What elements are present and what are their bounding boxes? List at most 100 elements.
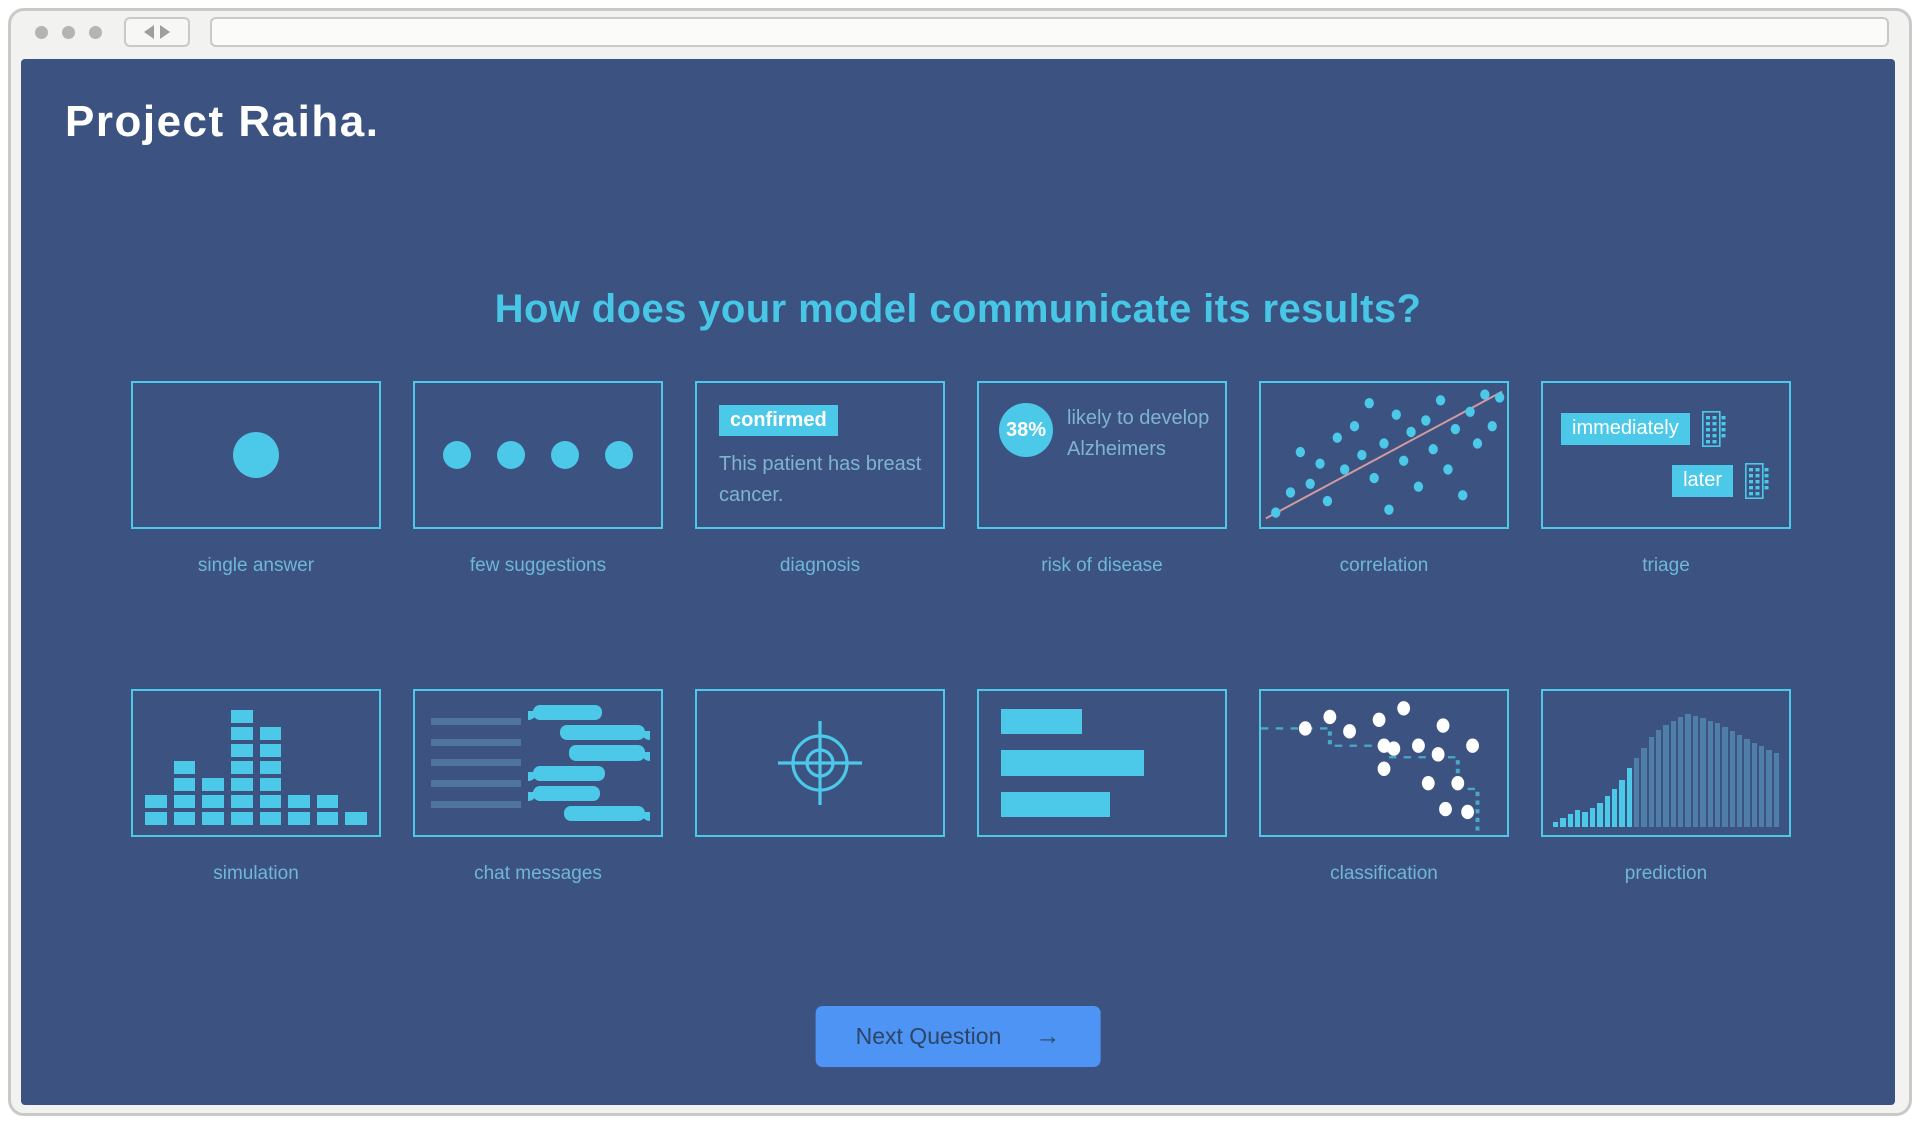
option-card-diagnosis[interactable]: confirmed This patient has breast cancer…	[695, 381, 945, 577]
option-card-risk-of-disease[interactable]: 38% likely to develop Alzheimers risk of…	[977, 381, 1227, 577]
option-label: risk of disease	[1041, 555, 1163, 576]
histogram-column	[345, 812, 367, 825]
option-card-prediction[interactable]: prediction	[1541, 689, 1791, 885]
scatter-point	[1369, 472, 1379, 484]
zoom-window-button[interactable]	[89, 25, 102, 39]
thumbnail-dot-row	[413, 381, 663, 529]
prediction-bar	[1663, 724, 1669, 827]
prediction-bar	[1729, 731, 1735, 827]
thumbnail-classification	[1259, 689, 1509, 837]
prediction-bar	[1553, 821, 1559, 827]
option-card-classification[interactable]: classification	[1259, 689, 1509, 885]
option-card-target[interactable]	[695, 689, 945, 885]
option-card-triage[interactable]: immediately later triage	[1541, 381, 1791, 577]
scatter-point	[1406, 426, 1416, 438]
thumbnail-correlation	[1259, 381, 1509, 529]
chevron-right-icon[interactable]	[160, 25, 170, 39]
prediction-bar	[1604, 796, 1610, 827]
histogram-column	[145, 795, 167, 825]
prediction-bar	[1582, 811, 1588, 827]
option-grid: single answer few suggestions confirmed …	[131, 381, 1791, 885]
scatter-point	[1343, 724, 1356, 739]
risk-text: likely to develop Alzheimers	[1067, 407, 1210, 460]
close-window-button[interactable]	[35, 25, 48, 39]
scatter-point	[1466, 738, 1479, 753]
single-answer-dot-icon	[233, 432, 279, 478]
prediction-bar	[1575, 810, 1581, 827]
prediction-bar	[1766, 750, 1772, 827]
horizontal-bar	[1001, 750, 1145, 776]
scatter-point	[1465, 406, 1475, 417]
scatter-point	[1364, 397, 1374, 409]
histogram-column	[316, 795, 339, 825]
prediction-bar	[1611, 788, 1618, 827]
scatter-point	[1384, 504, 1394, 515]
prediction-bar	[1560, 818, 1566, 827]
scatter-point	[1298, 721, 1312, 736]
option-card-few-suggestions[interactable]: few suggestions	[413, 381, 663, 577]
chat-transcript-lines	[431, 705, 521, 821]
option-label: few suggestions	[469, 555, 607, 576]
window-controls[interactable]	[35, 25, 102, 39]
scatter-point	[1461, 804, 1475, 820]
record-grid-icon	[1745, 463, 1769, 499]
prediction-bar	[1759, 746, 1765, 827]
scatter-point	[1379, 438, 1389, 449]
address-bar[interactable]	[210, 17, 1889, 47]
record-grid-icon	[1701, 411, 1726, 447]
prediction-bar	[1626, 768, 1632, 827]
histogram-column	[259, 727, 282, 825]
correlation-scatter-chart	[1261, 389, 1505, 527]
browser-toolbar	[11, 11, 1909, 53]
scatter-point	[1315, 458, 1325, 469]
scatter-point	[1421, 415, 1431, 426]
horizontal-bar-chart	[979, 691, 1225, 835]
scatter-point	[1412, 738, 1425, 753]
scatter-point	[1377, 761, 1391, 776]
option-card-chat-messages[interactable]: chat messages	[413, 689, 663, 885]
thumbnail-risk: 38% likely to develop Alzheimers	[977, 381, 1227, 529]
chevron-left-icon[interactable]	[144, 25, 154, 39]
horizontal-bar	[1001, 791, 1111, 817]
prediction-bar	[1736, 734, 1743, 827]
thumbnail-simulation	[131, 689, 381, 837]
option-card-simulation[interactable]: simulation	[131, 689, 381, 885]
option-label: diagnosis	[779, 555, 861, 576]
prediction-bar	[1744, 738, 1750, 827]
question-heading: How does your model communicate its resu…	[494, 287, 1422, 331]
classification-scatter-chart	[1261, 701, 1480, 835]
scatter-point	[1357, 449, 1367, 461]
scatter-point	[1387, 741, 1401, 756]
next-question-button[interactable]: Next Question →	[815, 1006, 1101, 1067]
browser-window: Project Raiha. How does your model commu…	[8, 8, 1912, 1116]
scatter-point	[1450, 423, 1461, 435]
scatter-point	[1443, 464, 1453, 475]
triage-badge-immediately: immediately	[1561, 413, 1690, 445]
prediction-bar	[1619, 779, 1625, 827]
thumbnail-horizontal-bars	[977, 689, 1227, 837]
scatter-point	[1431, 747, 1445, 762]
prediction-bar	[1641, 747, 1647, 827]
navigation-buttons[interactable]	[124, 17, 190, 47]
prediction-bar	[1597, 802, 1603, 827]
scatter-point	[1399, 455, 1409, 466]
option-label: correlation	[1339, 555, 1429, 576]
minimize-window-button[interactable]	[62, 25, 75, 39]
thumbnail-prediction	[1541, 689, 1791, 837]
prediction-bar	[1685, 714, 1691, 827]
option-card-single-answer[interactable]: single answer	[131, 381, 381, 577]
crosshair-target-icon	[778, 721, 862, 805]
option-label: simulation	[213, 863, 299, 884]
scatter-point	[1472, 438, 1483, 449]
option-card-ranked-bars[interactable]	[977, 689, 1227, 885]
arrow-right-icon: →	[1035, 1022, 1061, 1050]
option-label: single answer	[197, 555, 315, 576]
histogram-column	[202, 778, 224, 825]
option-card-correlation[interactable]: correlation	[1259, 381, 1509, 577]
thumbnail-crosshair	[695, 689, 945, 837]
scatter-point	[1349, 421, 1360, 432]
prediction-bar	[1567, 814, 1574, 827]
suggestion-dots-icon	[443, 441, 633, 469]
thumbnail-triage: immediately later	[1541, 381, 1791, 529]
option-label: prediction	[1624, 863, 1708, 884]
